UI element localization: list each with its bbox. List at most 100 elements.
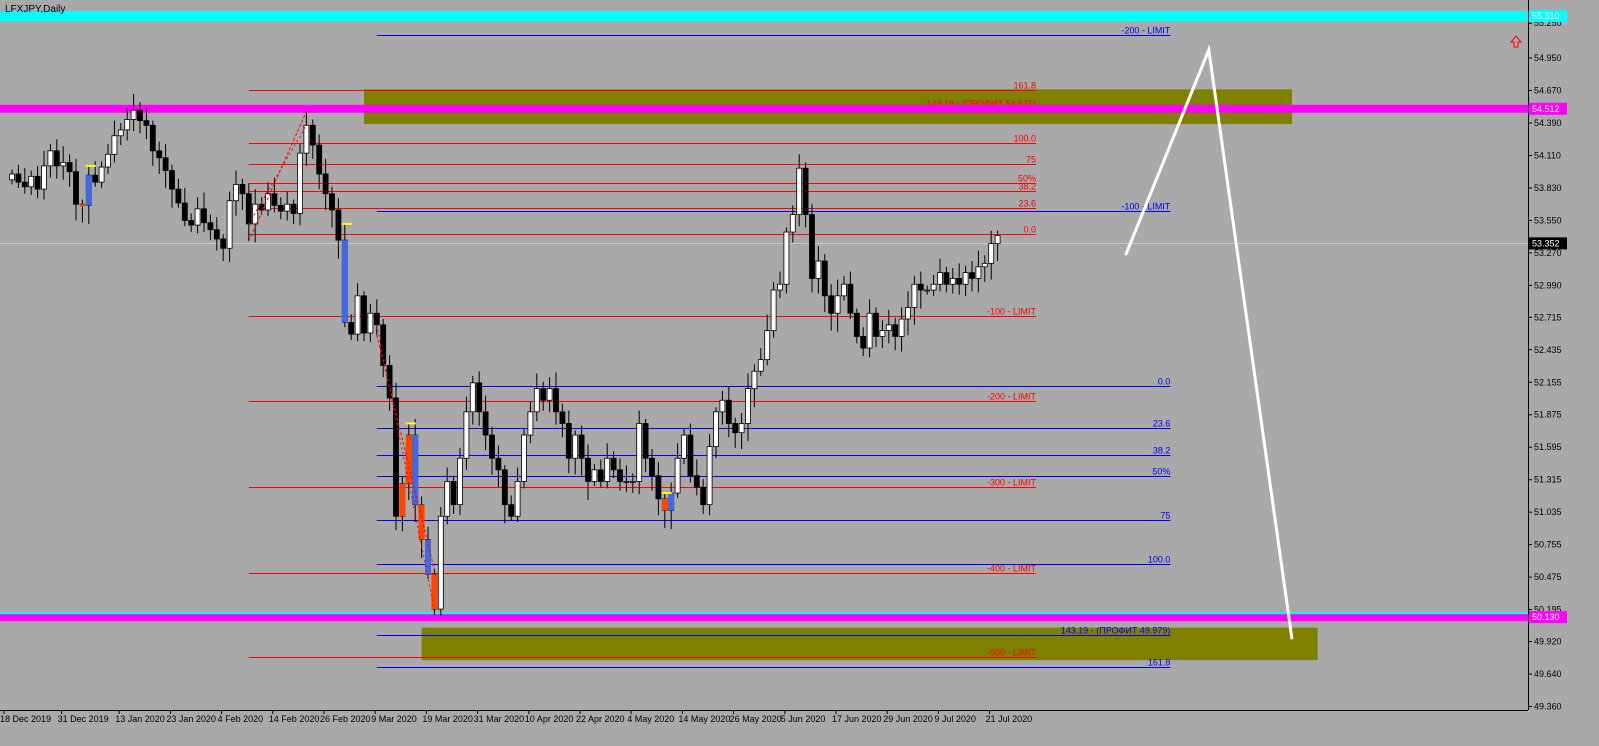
fibo-blue-level-label-5: 50% — [1152, 467, 1170, 477]
candle-body-116 — [751, 370, 758, 390]
candle-body-16 — [111, 135, 118, 155]
time-tick-15: 5 Jun 2020 — [781, 714, 826, 724]
candle-body-42 — [277, 204, 284, 212]
candle-body-147 — [949, 278, 956, 285]
pattern-bar-1 — [85, 175, 92, 206]
candle-body-118 — [764, 330, 771, 361]
candle-body-143 — [924, 289, 931, 292]
candle-body-134 — [866, 312, 873, 349]
candle-body-119 — [770, 289, 777, 332]
chart-window: 161.8 143.19 - (ПРОФИТ 54.521) 100.0 75 50% 3… — [0, 0, 1599, 746]
fibo-red-level-label-12: -500 - LIMIT — [987, 648, 1037, 658]
candle-body-123 — [796, 167, 803, 216]
fibo-blue-level-label-3: 23.6 — [1153, 419, 1171, 429]
candle-body-23 — [156, 150, 163, 159]
candle-body-130 — [841, 283, 847, 297]
candle-body-87 — [565, 423, 572, 459]
candle-body-57 — [373, 312, 380, 326]
candle-body-5 — [41, 165, 47, 190]
candle-body-7 — [53, 150, 60, 167]
candle-body-83 — [540, 388, 547, 401]
time-tick-18: 9 Jul 2020 — [934, 714, 976, 724]
candle-body-43 — [284, 203, 291, 212]
candle-body-22 — [149, 124, 156, 152]
profit-zone-1 — [421, 627, 1318, 661]
time-tick-0: 18 Dec 2019 — [0, 714, 51, 724]
price-tick-13: 51.875 — [1534, 410, 1562, 420]
candle-body-126 — [815, 260, 822, 279]
candle-body-45 — [297, 152, 303, 214]
candle-body-112 — [725, 399, 732, 424]
candle-body-25 — [169, 170, 175, 190]
candle-body-56 — [367, 312, 374, 334]
candle-body-111 — [719, 399, 726, 413]
candle-body-47 — [309, 124, 316, 146]
candle-body-70 — [457, 457, 463, 506]
candle-body-109 — [706, 446, 713, 506]
candle-body-74 — [482, 411, 489, 436]
candle-body-34 — [226, 200, 233, 249]
candle-body-75 — [489, 434, 495, 459]
candle-body-128 — [828, 295, 835, 314]
chart-title: LFXJPY,Daily — [5, 4, 65, 15]
candle-body-0 — [9, 173, 15, 181]
candle-body-153 — [988, 243, 995, 264]
price-tick-7: 53.550 — [1534, 215, 1562, 225]
candle-body-53 — [348, 322, 355, 335]
candle-body-127 — [821, 260, 828, 297]
candle-body-68 — [444, 481, 451, 517]
candle-body-132 — [853, 312, 860, 337]
candle-body-140 — [905, 307, 911, 320]
magenta-level-bottom — [0, 613, 1528, 622]
pattern-bar-3 — [399, 483, 406, 517]
candle-body-30 — [201, 208, 207, 224]
candle-body-46 — [303, 124, 310, 154]
fibo-red-level-label-0: 161.8 — [1013, 81, 1036, 91]
pattern-bar-2 — [341, 240, 348, 323]
pattern-bar-5 — [412, 435, 419, 505]
time-tick-7: 9 Mar 2020 — [371, 714, 417, 724]
candle-body-81 — [527, 411, 534, 436]
price-tick-8: 53.270 — [1534, 248, 1562, 258]
candle-body-51 — [335, 209, 342, 241]
time-tick-1: 31 Dec 2019 — [58, 714, 109, 724]
cyan-bottom-edge — [0, 612, 1528, 615]
fibo-red-level-label-8: -100 - LIMIT — [987, 307, 1037, 317]
candle-body-101 — [655, 475, 662, 500]
candle-body-129 — [834, 295, 841, 314]
candle-body-113 — [732, 423, 739, 434]
time-tick-6: 26 Feb 2020 — [320, 714, 371, 724]
candle-body-38 — [252, 203, 259, 225]
candlestick-chart[interactable]: 161.8143.19 - (ПРОФИТ 54.521)100.07550%3… — [0, 0, 1599, 746]
candle-body-36 — [239, 184, 246, 195]
price-tick-9: 52.990 — [1534, 280, 1562, 290]
candle-body-31 — [207, 222, 214, 231]
candle-body-148 — [956, 278, 963, 285]
fibo-red-level-label-3: 75 — [1026, 155, 1036, 165]
fibo-blue-level-label-0: -200 - LIMIT — [1121, 26, 1171, 36]
price-tick-16: 51.035 — [1534, 507, 1562, 517]
candle-body-100 — [649, 457, 655, 477]
candle-body-41 — [271, 193, 278, 206]
candle-body-49 — [322, 173, 329, 195]
candle-body-73 — [476, 382, 483, 413]
time-tick-2: 13 Jan 2020 — [115, 714, 165, 724]
price-tick-20: 49.920 — [1534, 637, 1562, 647]
candle-body-4 — [34, 175, 41, 190]
pattern-bar-0 — [79, 204, 86, 207]
price-tick-22: 49.360 — [1534, 702, 1562, 712]
magenta-level-top — [0, 104, 1528, 113]
candle-body-114 — [738, 423, 745, 434]
candle-body-82 — [533, 388, 540, 413]
candle-body-21 — [143, 120, 150, 126]
candle-body-115 — [745, 388, 751, 424]
price-tick-3: 54.670 — [1534, 85, 1562, 95]
fibo-red-level-label-5: 38.2 — [1018, 182, 1036, 192]
fibo-blue-level-label-9: 161.8 — [1148, 658, 1171, 668]
candle-body-149 — [962, 272, 969, 285]
fibo-red-level-label-9: -200 - LIMIT — [987, 392, 1037, 402]
cyan-level-line — [0, 11, 1528, 22]
candle-body-122 — [789, 214, 796, 233]
candle-body-154 — [994, 235, 1001, 245]
candle-body-13 — [92, 174, 99, 183]
